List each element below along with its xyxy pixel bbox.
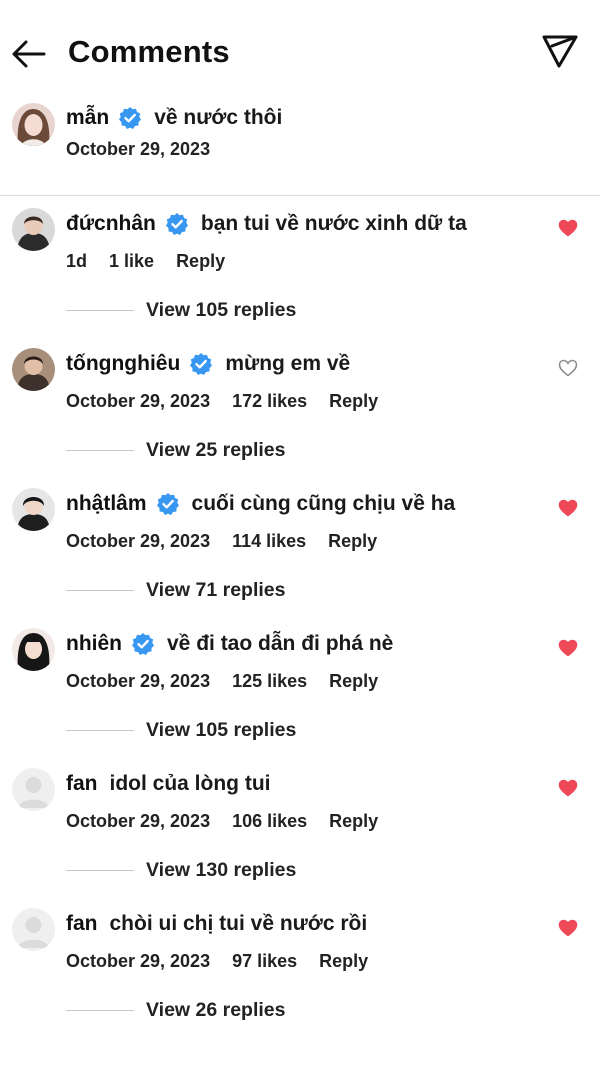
comment-text: mừng em về xyxy=(225,352,351,375)
avatar[interactable] xyxy=(12,208,55,251)
replies-divider xyxy=(66,730,134,731)
avatar[interactable] xyxy=(12,103,55,146)
arrow-left-icon xyxy=(12,40,46,68)
comment-username[interactable]: đứcnhân xyxy=(66,212,156,236)
verified-badge-icon xyxy=(119,107,142,129)
comment-text: về đi tao dẫn đi phá nè xyxy=(167,632,394,655)
comment-time: October 29, 2023 xyxy=(66,811,211,831)
avatar[interactable] xyxy=(12,488,55,531)
heart-filled-icon[interactable] xyxy=(558,919,578,937)
comment-line: tốngnghiêu mừng em về xyxy=(66,352,350,376)
heart-filled-icon[interactable] xyxy=(558,499,578,517)
avatar[interactable] xyxy=(12,768,55,811)
replies-divider xyxy=(66,310,134,311)
caption-line: mẫn về nước thôi xyxy=(66,106,282,130)
caption-date: October 29, 2023 xyxy=(66,139,211,159)
comment-item: fan chòi ui chị tui về nước rồi October 29… xyxy=(0,906,600,1046)
avatar[interactable] xyxy=(12,628,55,671)
post-caption: mẫn về nước thôi October 29, 2023 xyxy=(0,100,600,196)
comment-time: 1d xyxy=(66,251,88,271)
comment-item: nhậtlâm cuối cùng cũng chịu về ha October … xyxy=(0,486,600,626)
comment-username[interactable]: fan xyxy=(66,772,98,796)
comment-username[interactable]: nhậtlâm xyxy=(66,492,147,516)
comment-meta: October 29, 2023 106 likes Reply xyxy=(66,811,400,832)
header-bar: Comments xyxy=(0,0,600,100)
comment-line: nhậtlâm cuối cùng cũng chịu về ha xyxy=(66,492,455,516)
comment-item: đứcnhân bạn tui về nước xinh dữ ta 1d 1 lik… xyxy=(0,206,600,346)
comment-likes[interactable]: 172 likes xyxy=(232,391,307,412)
comment-time: October 29, 2023 xyxy=(66,391,211,411)
reply-button[interactable]: Reply xyxy=(328,531,377,552)
back-button[interactable] xyxy=(10,36,50,72)
share-button[interactable] xyxy=(540,32,580,70)
view-replies-button[interactable]: View 25 replies xyxy=(146,439,285,462)
comment-item: tốngnghiêu mừng em về October 29, 2023 172 … xyxy=(0,346,600,486)
comment-text: idol của lòng tui xyxy=(109,772,271,795)
comment-line: fan idol của lòng tui xyxy=(66,772,271,796)
verified-badge-icon xyxy=(165,213,188,235)
avatar[interactable] xyxy=(12,908,55,951)
comment-item: nhiên về đi tao dẫn đi phá nè October 29, … xyxy=(0,626,600,766)
comment-likes[interactable]: 106 likes xyxy=(232,811,307,832)
comment-item: fan idol của lòng tui October 29, 2023 106 … xyxy=(0,766,600,906)
comment-text: cuối cùng cũng chịu về ha xyxy=(191,492,456,515)
view-replies-button[interactable]: View 105 replies xyxy=(146,719,296,742)
view-replies-button[interactable]: View 130 replies xyxy=(146,859,296,882)
comment-time: October 29, 2023 xyxy=(66,531,211,551)
replies-divider xyxy=(66,450,134,451)
reply-button[interactable]: Reply xyxy=(329,391,378,412)
heart-outline-icon[interactable] xyxy=(558,359,578,377)
view-replies-button[interactable]: View 105 replies xyxy=(146,299,296,322)
comment-likes[interactable]: 97 likes xyxy=(232,951,297,972)
comment-time: October 29, 2023 xyxy=(66,951,211,971)
heart-filled-icon[interactable] xyxy=(558,779,578,797)
view-replies-button[interactable]: View 26 replies xyxy=(146,999,285,1022)
replies-divider xyxy=(66,870,134,871)
comment-meta: October 29, 2023 97 likes Reply xyxy=(66,951,390,972)
paper-plane-icon xyxy=(542,35,578,68)
page-title: Comments xyxy=(68,34,230,69)
reply-button[interactable]: Reply xyxy=(329,811,378,832)
comment-text: chòi ui chị tui về nước rồi xyxy=(109,912,368,935)
comment-meta: 1d 1 like Reply xyxy=(66,251,247,272)
heart-filled-icon[interactable] xyxy=(558,639,578,657)
comment-username[interactable]: fan xyxy=(66,912,98,936)
heart-filled-icon[interactable] xyxy=(558,219,578,237)
caption-username[interactable]: mẫn xyxy=(66,106,109,130)
comment-text: bạn tui về nước xinh dữ ta xyxy=(200,212,467,235)
comment-line: nhiên về đi tao dẫn đi phá nè xyxy=(66,632,393,656)
avatar[interactable] xyxy=(12,348,55,391)
view-replies-button[interactable]: View 71 replies xyxy=(146,579,285,602)
caption-meta: October 29, 2023 xyxy=(66,139,232,160)
comment-line: fan chòi ui chị tui về nước rồi xyxy=(66,912,367,936)
reply-button[interactable]: Reply xyxy=(319,951,368,972)
reply-button[interactable]: Reply xyxy=(176,251,225,272)
comment-likes[interactable]: 1 like xyxy=(109,251,154,272)
verified-badge-icon xyxy=(132,633,154,655)
comment-username[interactable]: tốngnghiêu xyxy=(66,352,180,376)
verified-badge-icon xyxy=(190,353,213,375)
comment-username[interactable]: nhiên xyxy=(66,632,122,656)
caption-text: về nước thôi xyxy=(154,106,283,129)
comment-likes[interactable]: 125 likes xyxy=(232,671,307,692)
replies-divider xyxy=(66,590,134,591)
verified-badge-icon xyxy=(156,493,179,515)
comment-likes[interactable]: 114 likes xyxy=(232,531,306,552)
comment-meta: October 29, 2023 114 likes Reply xyxy=(66,531,399,552)
comment-meta: October 29, 2023 125 likes Reply xyxy=(66,671,400,692)
comment-line: đứcnhân bạn tui về nước xinh dữ ta xyxy=(66,212,467,236)
replies-divider xyxy=(66,1010,134,1011)
comment-meta: October 29, 2023 172 likes Reply xyxy=(66,391,400,412)
comment-time: October 29, 2023 xyxy=(66,671,211,691)
reply-button[interactable]: Reply xyxy=(329,671,378,692)
